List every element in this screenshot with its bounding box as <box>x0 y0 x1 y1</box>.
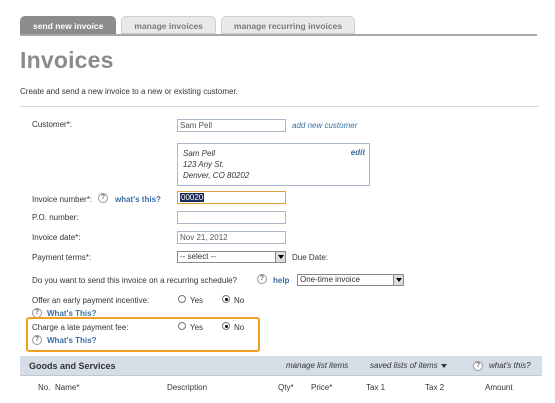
column-price: Price* <box>311 383 333 392</box>
dropdown-arrow-icon <box>393 275 403 285</box>
early-payment-yes-label: Yes <box>190 296 204 305</box>
address-name: Sam Pell <box>183 149 216 158</box>
page-subtitle: Create and send a new invoice to a new o… <box>20 87 238 96</box>
po-number-input[interactable] <box>177 211 286 224</box>
whats-this-link[interactable]: what's this? <box>115 195 161 204</box>
tab-manage-invoices[interactable]: manage invoices <box>121 16 216 34</box>
tab-manage-recurring-invoices[interactable]: manage recurring invoices <box>220 16 356 34</box>
po-number-label: P.O. number: <box>32 213 79 222</box>
early-payment-label: Offer an early payment incentive: <box>32 296 150 305</box>
recurring-schedule-select[interactable]: One-time invoice <box>297 274 404 286</box>
address-city: Denver, CO 80202 <box>183 171 250 180</box>
late-fee-yes-radio[interactable] <box>178 322 186 330</box>
add-new-customer-link[interactable]: add new customer <box>292 121 357 130</box>
customer-label: Customer*: <box>32 120 73 129</box>
saved-lists-dropdown[interactable]: saved lists of items <box>370 361 447 370</box>
payment-terms-select[interactable]: -- select -- <box>177 251 286 263</box>
early-payment-yes-radio[interactable] <box>178 295 186 303</box>
late-fee-yes-label: Yes <box>190 323 204 332</box>
address-street: 123 Any St. <box>183 160 225 169</box>
goods-services-header: Goods and Services manage list items sav… <box>20 356 542 376</box>
tab-bar: send new invoice manage invoices manage … <box>20 16 360 34</box>
saved-lists-label: saved lists of items <box>370 361 438 370</box>
help-circle-icon[interactable]: ? <box>32 335 42 345</box>
late-fee-whats-this-link[interactable]: What's This? <box>47 336 96 345</box>
recurring-help-link[interactable]: help <box>273 276 289 285</box>
divider <box>20 106 539 107</box>
column-qty: Qty* <box>278 383 294 392</box>
manage-list-items-link[interactable]: manage list items <box>286 361 348 370</box>
help-circle-icon[interactable]: ? <box>98 193 108 203</box>
invoice-number-label: Invoice number*: <box>32 195 93 204</box>
early-payment-no-radio[interactable] <box>222 295 230 303</box>
help-circle-icon[interactable]: ? <box>257 274 267 284</box>
column-no: No. <box>38 383 51 392</box>
late-fee-no-label: No <box>234 323 245 332</box>
recurring-schedule-value: One-time invoice <box>300 275 361 284</box>
invoice-number-selected-text: 00020 <box>180 193 205 202</box>
customer-input[interactable]: Sam Pell <box>177 119 286 132</box>
tab-divider <box>20 34 537 36</box>
late-fee-label: Charge a late payment fee: <box>32 323 129 332</box>
invoice-number-input[interactable]: 00020 <box>177 191 286 204</box>
column-amount: Amount <box>485 383 513 392</box>
payment-terms-label: Payment terms*: <box>32 253 92 262</box>
column-description: Description <box>167 383 208 392</box>
page-title: Invoices <box>20 47 114 73</box>
payment-terms-value: -- select -- <box>180 252 216 261</box>
late-fee-no-radio[interactable] <box>222 322 230 330</box>
column-tax2: Tax 2 <box>425 383 445 392</box>
help-circle-icon[interactable]: ? <box>473 361 483 371</box>
column-name: Name* <box>55 383 80 392</box>
caret-down-icon <box>440 363 447 368</box>
customer-address-box: Sam Pell 123 Any St. Denver, CO 80202 ed… <box>177 143 370 186</box>
invoice-date-label: Invoice date*: <box>32 233 81 242</box>
due-date-label: Due Date: <box>292 253 329 262</box>
recurring-label: Do you want to send this invoice on a re… <box>32 276 238 285</box>
early-payment-no-label: No <box>234 296 245 305</box>
edit-address-link[interactable]: edit <box>351 148 365 157</box>
goods-services-title: Goods and Services <box>29 361 116 371</box>
column-tax1: Tax 1 <box>366 383 386 392</box>
tab-send-new-invoice[interactable]: send new invoice <box>20 16 117 34</box>
invoice-date-input[interactable]: Nov 21, 2012 <box>177 231 286 244</box>
goods-whats-this-link[interactable]: what's this? <box>489 361 531 370</box>
dropdown-arrow-icon <box>275 252 285 262</box>
